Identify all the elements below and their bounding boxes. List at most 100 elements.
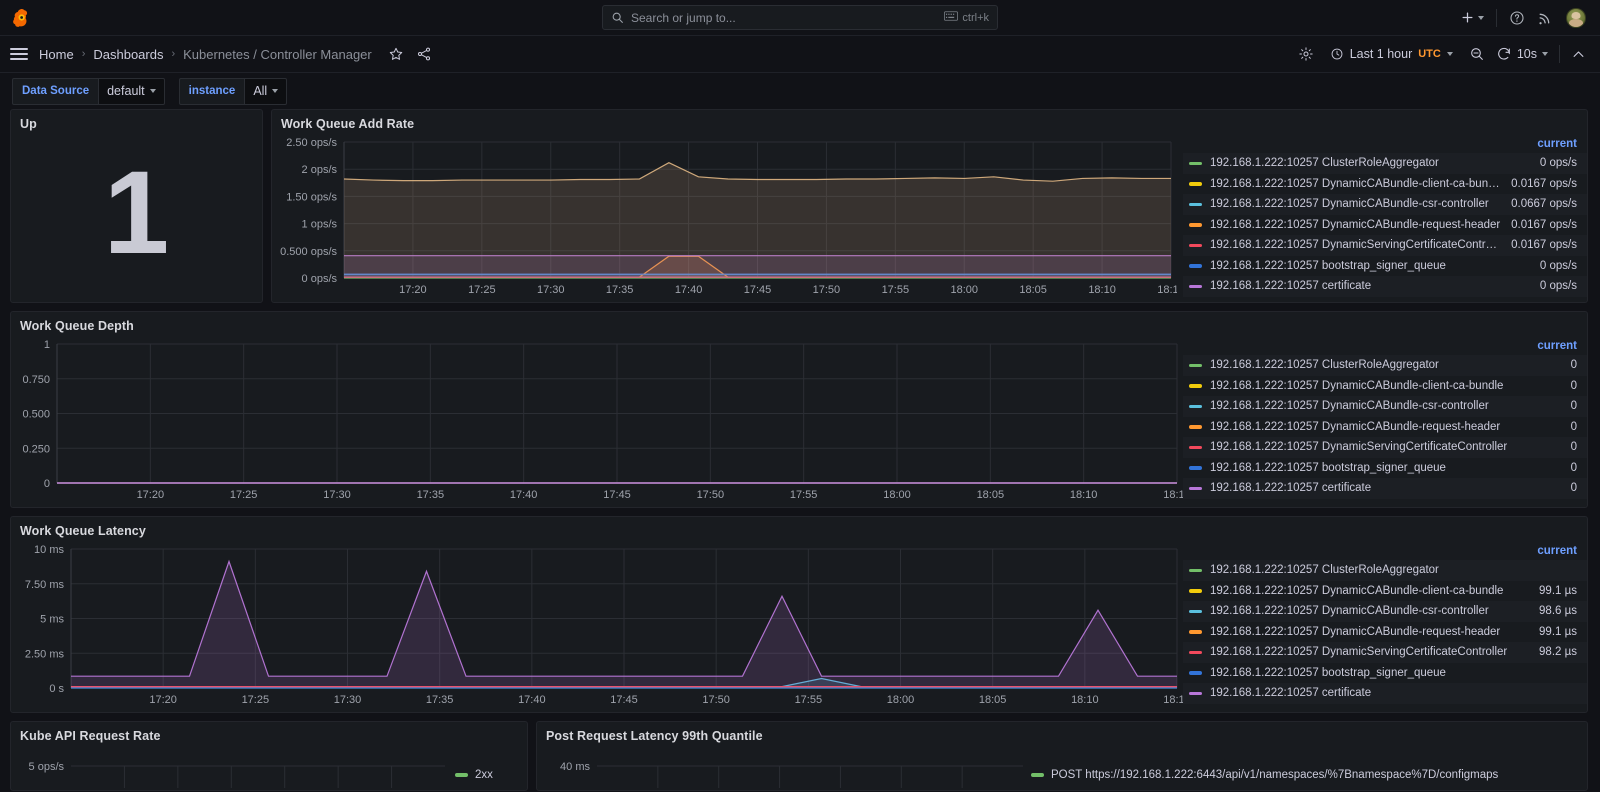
svg-text:17:25: 17:25 <box>230 489 258 501</box>
legend-row[interactable]: 192.168.1.222:10257 ClusterRoleAggregato… <box>1183 560 1587 581</box>
legend-current-value: 0.0167 ops/s <box>1511 177 1577 190</box>
legend-row[interactable]: 192.168.1.222:10257 DynamicCABundle-requ… <box>1183 417 1587 438</box>
add-rate-graph[interactable]: 0 ops/s 0.500 ops/s 1 ops/s 1.50 ops/s 2 ops… <box>272 134 1183 302</box>
refresh-icon[interactable] <box>1496 46 1512 62</box>
breadcrumb-item-dashboards[interactable]: Dashboards <box>93 47 163 62</box>
svg-text:0.500: 0.500 <box>22 409 50 421</box>
variable-datasource[interactable]: Data Source default <box>12 77 165 105</box>
svg-text:17:40: 17:40 <box>518 694 546 706</box>
legend-row[interactable]: 192.168.1.222:10257 DynamicCABundle-requ… <box>1183 622 1587 643</box>
legend-row[interactable]: 192.168.1.222:10257 DynamicServingCertif… <box>1183 437 1587 458</box>
svg-text:0.750: 0.750 <box>22 374 50 386</box>
legend-row[interactable]: 192.168.1.222:10257 DynamicServingCertif… <box>1183 642 1587 663</box>
top-navigation-bar: Search or jump to... ctrl+k <box>0 0 1600 36</box>
panel-kube-api-request-rate[interactable]: Kube API Request Rate 5 ops/s 2xx <box>10 721 528 791</box>
legend-series-name: 192.168.1.222:10257 DynamicServingCertif… <box>1210 646 1508 659</box>
global-search[interactable]: Search or jump to... ctrl+k <box>602 5 998 30</box>
panel-post-request-latency[interactable]: Post Request Latency 99th Quantile 40 ms… <box>536 721 1588 791</box>
zoom-out-icon[interactable] <box>1469 46 1485 62</box>
depth-graph[interactable]: 0 0.250 0.500 0.750 1 17:20 17:25 17:30 17:35 17:… <box>11 336 1183 507</box>
legend-row[interactable]: 192.168.1.222:10257 certificate <box>1183 683 1587 704</box>
legend-row[interactable]: 192.168.1.222:10257 DynamicCABundle-clie… <box>1183 174 1587 195</box>
panel-up[interactable]: Up 1 <box>10 109 263 303</box>
dashboard-row-1: Up 1 Work Queue Add Rate 0 ops/s 0.500 op… <box>10 109 1590 303</box>
post-latency-legend: POST https://192.168.1.222:6443/api/v1/n… <box>1031 746 1587 788</box>
variable-instance-select[interactable]: All <box>244 77 288 105</box>
svg-text:17:20: 17:20 <box>399 284 427 296</box>
refresh-controls[interactable]: 10s <box>1496 46 1548 62</box>
template-variables-bar: Data Source default instance All <box>0 73 1600 109</box>
legend-header-current: current <box>1537 138 1577 150</box>
breadcrumb-item-current[interactable]: Kubernetes / Controller Manager <box>183 47 372 62</box>
gear-icon[interactable] <box>1298 46 1314 62</box>
latency-graph[interactable]: 0 s 2.50 ms 5 ms 7.50 ms 10 ms 17:20 17:25 17:3… <box>11 541 1183 712</box>
legend-row[interactable]: 192.168.1.222:10257 DynamicCABundle-clie… <box>1183 376 1587 397</box>
legend-row[interactable]: 192.168.1.222:10257 bootstrap_signer_que… <box>1183 458 1587 479</box>
legend-swatch <box>1189 568 1202 572</box>
legend-row[interactable]: 192.168.1.222:10257 DynamicCABundle-csr-… <box>1183 601 1587 622</box>
kube-api-graph[interactable]: 5 ops/s <box>11 746 455 788</box>
legend-current-value: 0.0167 ops/s <box>1511 239 1577 252</box>
legend-swatch <box>1189 182 1202 186</box>
legend-row[interactable]: 192.168.1.222:10257 ClusterRoleAggregato… <box>1183 355 1587 376</box>
svg-text:17:35: 17:35 <box>606 284 634 296</box>
panel-work-queue-add-rate[interactable]: Work Queue Add Rate 0 ops/s 0.500 ops/s 1 … <box>271 109 1588 303</box>
legend-current-value: 0 <box>1570 359 1577 372</box>
time-range-picker[interactable]: Last 1 hour UTC <box>1325 44 1458 64</box>
depth-plot: 0 0.250 0.500 0.750 1 17:20 17:25 17:30 17:35 17:… <box>22 339 1183 501</box>
grafana-logo-icon[interactable] <box>10 6 34 30</box>
variable-instance[interactable]: instance All <box>178 77 288 105</box>
breadcrumb-item-home[interactable]: Home <box>39 47 74 62</box>
legend-series-name: 192.168.1.222:10257 certificate <box>1210 687 1372 700</box>
svg-text:1: 1 <box>44 339 50 351</box>
add-new-button[interactable] <box>1460 10 1484 25</box>
legend-series-name: 192.168.1.222:10257 certificate <box>1210 482 1372 495</box>
share-icon[interactable] <box>416 46 432 62</box>
star-icon[interactable] <box>388 46 404 62</box>
legend-swatch <box>1189 264 1202 268</box>
post-latency-plot: 40 ms <box>560 761 1023 788</box>
user-avatar[interactable] <box>1566 7 1586 28</box>
svg-text:0 s: 0 s <box>49 683 64 695</box>
dashboard-row-3: Work Queue Latency 0 s 2.50 ms 5 ms 7.50 ms… <box>10 516 1590 713</box>
legend-current-value: 0 <box>1570 400 1577 413</box>
rss-icon <box>1539 13 1550 25</box>
legend-row[interactable]: 192.168.1.222:10257 bootstrap_signer_que… <box>1183 256 1587 277</box>
legend-row[interactable]: 192.168.1.222:10257 DynamicServingCertif… <box>1183 235 1587 256</box>
search-input[interactable]: Search or jump to... ctrl+k <box>602 5 998 30</box>
panel-title-post-latency: Post Request Latency 99th Quantile <box>546 729 763 743</box>
legend-row[interactable]: 192.168.1.222:10257 DynamicCABundle-csr-… <box>1183 396 1587 417</box>
legend-row[interactable]: 192.168.1.222:10257 DynamicCABundle-csr-… <box>1183 194 1587 215</box>
legend-row[interactable]: 192.168.1.222:10257 DynamicCABundle-clie… <box>1183 581 1587 602</box>
legend-row[interactable]: 192.168.1.222:10257 certificate 0 <box>1183 478 1587 499</box>
legend-swatch <box>1189 589 1202 593</box>
variable-datasource-label: Data Source <box>12 77 99 105</box>
panel-title-add-rate: Work Queue Add Rate <box>281 117 415 131</box>
panel-work-queue-latency[interactable]: Work Queue Latency 0 s 2.50 ms 5 ms 7.50 ms… <box>10 516 1588 713</box>
svg-text:0.250: 0.250 <box>22 443 50 455</box>
panel-title-kube-api: Kube API Request Rate <box>20 729 161 743</box>
legend-current-value: 0 <box>1570 379 1577 392</box>
svg-text:18:05: 18:05 <box>979 694 1007 706</box>
post-latency-graph[interactable]: 40 ms <box>537 746 1031 788</box>
svg-text:5 ms: 5 ms <box>40 614 64 626</box>
dashboard-actions <box>388 46 432 62</box>
legend-current-value: 99.1 µs <box>1539 625 1577 638</box>
svg-text:18:10: 18:10 <box>1071 694 1099 706</box>
legend-current-value: 98.6 µs <box>1539 605 1577 618</box>
legend-row[interactable]: 192.168.1.222:10257 ClusterRoleAggregato… <box>1183 153 1587 174</box>
news-button[interactable] <box>1537 9 1554 26</box>
variable-datasource-select[interactable]: default <box>98 77 165 105</box>
legend-row[interactable]: 192.168.1.222:10257 DynamicCABundle-requ… <box>1183 215 1587 236</box>
hamburger-menu-icon[interactable] <box>10 48 28 60</box>
legend-swatch <box>1189 223 1202 227</box>
chevron-up-icon[interactable] <box>1571 47 1586 62</box>
panel-work-queue-depth[interactable]: Work Queue Depth 0 0.250 0.500 0.750 1 17:20 1… <box>10 311 1588 508</box>
breadcrumb: Home › Dashboards › Kubernetes / Control… <box>39 47 372 62</box>
legend-row[interactable]: 192.168.1.222:10257 certificate 0 ops/s <box>1183 276 1587 297</box>
svg-text:17:25: 17:25 <box>468 284 496 296</box>
plus-icon <box>1462 12 1473 23</box>
legend-header-current: current <box>1537 340 1577 352</box>
legend-row[interactable]: 192.168.1.222:10257 bootstrap_signer_que… <box>1183 663 1587 684</box>
help-button[interactable] <box>1509 10 1525 26</box>
